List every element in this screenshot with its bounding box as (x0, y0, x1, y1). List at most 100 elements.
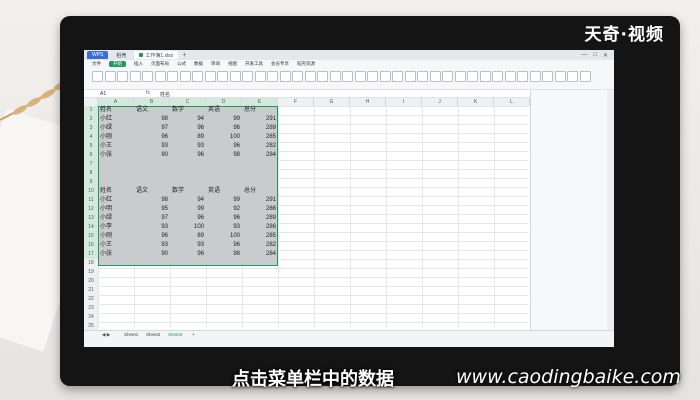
table-cell[interactable]: 97 (136, 124, 168, 133)
close-icon[interactable]: ✕ (603, 52, 608, 59)
table-cell[interactable]: 99 (172, 205, 204, 214)
column-header[interactable]: A (98, 98, 134, 106)
column-header[interactable]: I (386, 98, 422, 106)
tab-wps-home[interactable]: WPS (87, 51, 109, 59)
toolbar-button[interactable] (442, 71, 453, 82)
toolbar-button[interactable] (417, 71, 428, 82)
table-header-cell[interactable]: 总分 (244, 187, 276, 196)
table-cell[interactable]: 284 (244, 151, 276, 160)
toolbar-button[interactable] (354, 71, 366, 82)
table-cell[interactable]: 289 (244, 214, 276, 223)
table-cell[interactable]: 291 (244, 115, 276, 124)
column-header[interactable]: L (494, 98, 530, 106)
table-cell[interactable]: 97 (136, 214, 168, 223)
menu-item[interactable]: 插入 (134, 61, 143, 67)
table-cell[interactable]: 289 (244, 124, 276, 133)
table-cell[interactable]: 98 (136, 115, 168, 124)
minimize-icon[interactable]: — (581, 52, 587, 59)
table-cell[interactable]: 小李 (100, 223, 132, 232)
formula-input[interactable]: 姓名 (160, 91, 170, 98)
table-cell[interactable]: 小红 (100, 196, 132, 205)
table-cell[interactable]: 96 (172, 250, 204, 259)
table-header-cell[interactable]: 英语 (208, 106, 240, 115)
table-cell[interactable]: 94 (172, 196, 204, 205)
toolbar-button[interactable] (279, 71, 291, 82)
toolbar-button[interactable] (179, 71, 191, 82)
toolbar-button[interactable] (142, 71, 153, 82)
toolbar-button[interactable] (517, 71, 528, 82)
table-cell[interactable]: 96 (172, 214, 204, 223)
table-cell[interactable]: 95 (136, 205, 168, 214)
table-cell[interactable]: 93 (136, 142, 168, 151)
column-header[interactable]: B (134, 98, 170, 106)
column-header[interactable]: C (170, 98, 206, 106)
column-header[interactable]: K (458, 98, 494, 106)
menu-item[interactable]: 稻壳资源 (297, 61, 315, 67)
menu-item[interactable]: 文件 (92, 61, 101, 67)
toolbar-button[interactable] (529, 71, 541, 82)
table-cell[interactable]: 小红 (100, 115, 132, 124)
table-cell[interactable]: 285 (244, 133, 276, 142)
table-cell[interactable]: 282 (244, 241, 276, 250)
table-cell[interactable]: 96 (172, 151, 204, 160)
table-cell[interactable]: 291 (244, 196, 276, 205)
menu-item[interactable]: 会员专享 (271, 61, 289, 67)
table-header-cell[interactable]: 英语 (208, 187, 240, 196)
toolbar-button[interactable] (117, 71, 128, 82)
table-cell[interactable]: 小张 (100, 250, 132, 259)
table-cell[interactable]: 93 (208, 223, 240, 232)
toolbar-button[interactable] (204, 71, 216, 82)
table-cell[interactable]: 93 (136, 241, 168, 250)
toolbar-button[interactable] (242, 71, 253, 82)
table-cell[interactable]: 96 (208, 142, 240, 151)
toolbar-button[interactable] (329, 71, 341, 82)
toolbar-button[interactable] (379, 71, 391, 82)
menu-item[interactable]: 数据 (194, 61, 203, 67)
table-cell[interactable]: 93 (172, 142, 204, 151)
toolbar-button[interactable] (404, 71, 416, 82)
toolbar-button[interactable] (467, 71, 478, 82)
table-header-cell[interactable]: 姓名 (100, 187, 132, 196)
toolbar-button[interactable] (492, 71, 503, 82)
select-all-corner[interactable] (84, 98, 98, 106)
table-cell[interactable]: 284 (244, 250, 276, 259)
table-header-cell[interactable]: 数学 (172, 187, 204, 196)
table-cell[interactable]: 89 (172, 232, 204, 241)
column-header[interactable]: J (422, 98, 458, 106)
toolbar-button[interactable] (217, 71, 228, 82)
column-header[interactable]: G (314, 98, 350, 106)
column-header[interactable]: E (242, 98, 278, 106)
table-cell[interactable]: 小绿 (100, 124, 132, 133)
table-header-cell[interactable]: 数学 (172, 106, 204, 115)
table-header-cell[interactable]: 语文 (136, 106, 168, 115)
sheet-nav-icon[interactable]: ◀ ▶ (102, 332, 110, 338)
fx-icon[interactable]: fx (146, 90, 150, 96)
name-box[interactable]: A1 (100, 91, 106, 97)
toolbar-button[interactable] (479, 71, 491, 82)
sheet-tab[interactable]: Sheet1 (124, 332, 138, 337)
table-cell[interactable]: 小刚 (100, 232, 132, 241)
toolbar-button[interactable] (92, 71, 103, 82)
table-cell[interactable]: 90 (136, 151, 168, 160)
table-cell[interactable]: 94 (172, 115, 204, 124)
column-header[interactable]: D (206, 98, 242, 106)
toolbar-button[interactable] (554, 71, 566, 82)
menu-item[interactable]: 开发工具 (245, 61, 263, 67)
toolbar-button[interactable] (254, 71, 266, 82)
table-cell[interactable]: 96 (136, 232, 168, 241)
menu-item[interactable]: 审阅 (211, 61, 220, 67)
toolbar-button[interactable] (304, 71, 316, 82)
table-cell[interactable]: 96 (208, 214, 240, 223)
toolbar-button[interactable] (542, 71, 553, 82)
toolbar-button[interactable] (292, 71, 303, 82)
toolbar-button[interactable] (129, 71, 141, 82)
toolbar-button[interactable] (167, 71, 178, 82)
table-cell[interactable]: 小绿 (100, 214, 132, 223)
table-cell[interactable]: 92 (208, 205, 240, 214)
table-cell[interactable]: 96 (172, 124, 204, 133)
toolbar-button[interactable] (192, 71, 203, 82)
table-header-cell[interactable]: 姓名 (100, 106, 132, 115)
menu-item[interactable]: 公式 (177, 61, 186, 67)
toolbar-button[interactable] (367, 71, 378, 82)
table-cell[interactable]: 小王 (100, 241, 132, 250)
